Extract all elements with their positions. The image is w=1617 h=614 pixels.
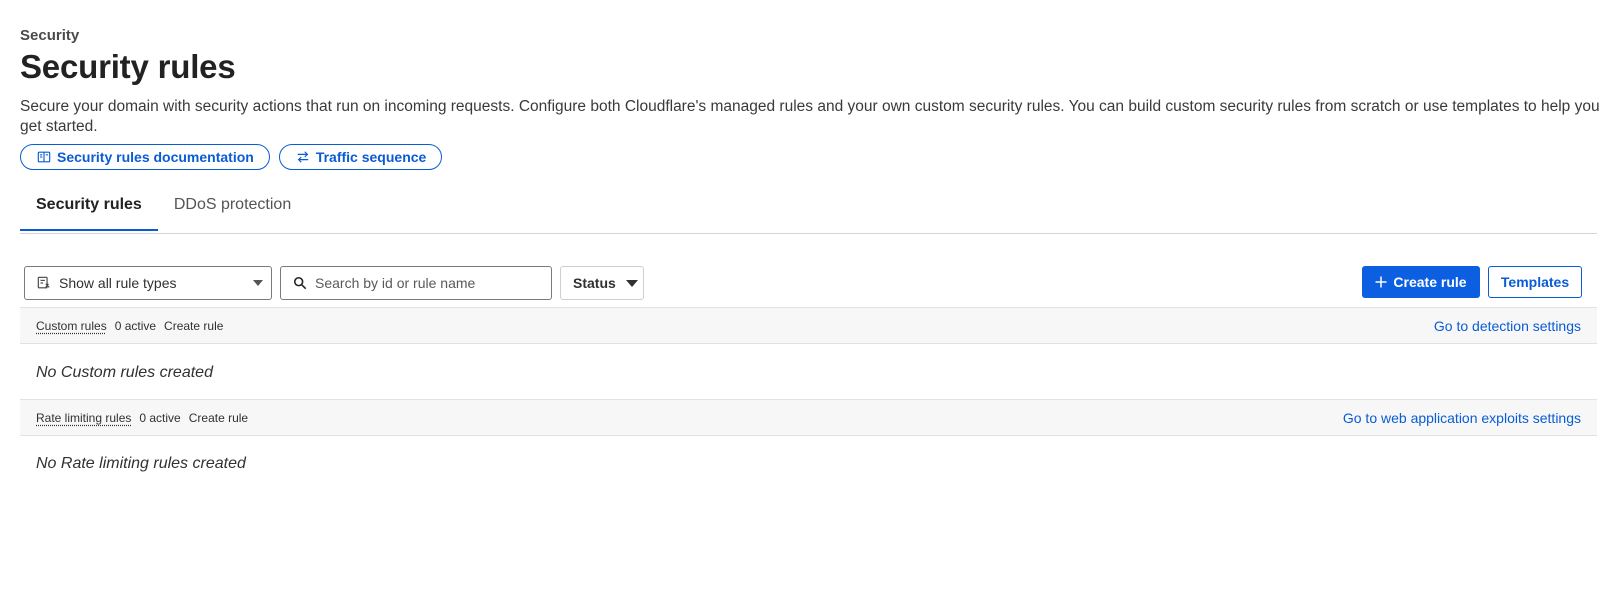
traffic-sequence-button[interactable]: Traffic sequence: [278, 144, 443, 170]
custom-rules-count: 0 active: [114, 318, 157, 333]
detection-settings-link[interactable]: Go to detection settings: [1434, 318, 1581, 334]
custom-rules-create-link[interactable]: Create rule: [164, 319, 223, 333]
create-rule-button[interactable]: Create rule: [1362, 266, 1480, 298]
chevron-down-icon: [253, 280, 263, 286]
rules-toolbar: Show all rule types Status Create rule T…: [24, 266, 1597, 302]
traffic-sequence-label: Traffic sequence: [315, 149, 427, 165]
rate-limiting-rules-empty: No Rate limiting rules created: [36, 455, 246, 472]
custom-rules-header: Custom rules 0 active Create rule Go to …: [20, 307, 1597, 344]
breadcrumb: Security: [20, 27, 80, 44]
tab-security-rules[interactable]: Security rules: [20, 185, 158, 231]
resource-links: Security rules documentation Traffic seq…: [20, 144, 443, 170]
custom-rules-title[interactable]: Custom rules: [36, 319, 107, 333]
caret-down-icon: [625, 279, 638, 287]
rule-type-select[interactable]: Show all rule types: [24, 266, 272, 300]
rate-limiting-rules-header: Rate limiting rules 0 active Create rule…: [20, 399, 1597, 436]
filter-list-icon: [37, 276, 50, 289]
search-input[interactable]: [313, 274, 537, 292]
tab-ddos-protection[interactable]: DDoS protection: [158, 185, 307, 233]
templates-button[interactable]: Templates: [1488, 266, 1582, 298]
rate-limiting-rules-title[interactable]: Rate limiting rules: [36, 411, 131, 425]
docs-link-label: Security rules documentation: [57, 149, 254, 165]
rate-limiting-rules-count: 0 active: [139, 410, 181, 425]
custom-rules-empty: No Custom rules created: [36, 364, 213, 381]
docs-link-button[interactable]: Security rules documentation: [20, 144, 270, 170]
rate-limiting-rules-create-link[interactable]: Create rule: [189, 411, 248, 425]
page-description: Secure your domain with security actions…: [20, 98, 1600, 135]
tab-bar: Security rules DDoS protection: [20, 185, 1597, 234]
create-rule-label: Create rule: [1393, 274, 1467, 290]
status-filter-label: Status: [573, 275, 616, 291]
rule-type-select-value: Show all rule types: [59, 275, 177, 291]
arrows-exchange-icon: [297, 151, 309, 163]
page-title: Security rules: [20, 48, 236, 85]
search-field[interactable]: [280, 266, 552, 300]
status-filter[interactable]: Status: [560, 266, 644, 300]
book-icon: [37, 151, 51, 163]
search-icon: [293, 276, 307, 290]
web-exploits-settings-link[interactable]: Go to web application exploits settings: [1343, 410, 1581, 426]
plus-icon: [1375, 276, 1387, 288]
